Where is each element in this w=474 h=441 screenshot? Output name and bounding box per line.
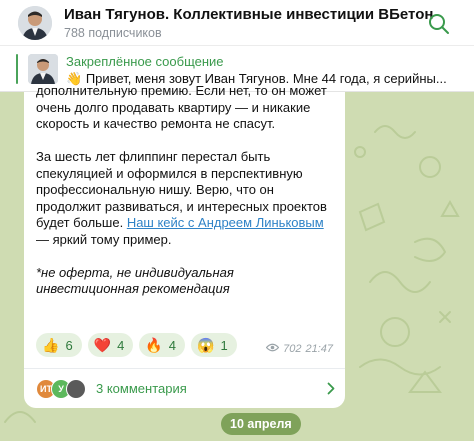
scream-icon: 😱 [197, 336, 215, 353]
comments-label: 3 комментария [96, 381, 187, 396]
message-paragraph-2: За шесть лет флиппинг перестал быть спек… [36, 149, 336, 248]
reaction-thumbs-up[interactable]: 👍 6 [36, 333, 82, 357]
reaction-count: 1 [220, 337, 228, 353]
reaction-fire[interactable]: 🔥 4 [139, 333, 186, 357]
disclaimer: *не оферта, не индивидуальная инвестицио… [36, 264, 234, 297]
reaction-count: 6 [65, 337, 73, 353]
case-link[interactable]: Наш кейс с Андреем Линьковым [127, 215, 324, 230]
message-text: дополнительную премию. Если нет, то он м… [36, 83, 336, 314]
pinned-indicator [16, 54, 18, 84]
message-meta: 702 21:47 [265, 343, 333, 355]
message-bubble[interactable]: дополнительную премию. Если нет, то он м… [24, 83, 345, 408]
paragraph-2-tail: — яркий тому пример. [36, 231, 172, 247]
fire-icon: 🔥 [145, 336, 163, 353]
message-paragraph-1: дополнительную премию. Если нет, то он м… [36, 83, 327, 131]
pinned-label: Закреплённое сообщение [66, 54, 224, 69]
channel-title: Иван Тягунов. Коллективные инвестиции ВБ… [64, 5, 434, 23]
channel-avatar[interactable] [18, 5, 52, 40]
thumbs-up-icon: 👍 [42, 336, 60, 353]
eye-icon [265, 343, 280, 355]
reaction-scream[interactable]: 😱 1 [191, 333, 237, 357]
channel-header[interactable]: Иван Тягунов. Коллективные инвестиции ВБ… [0, 0, 474, 46]
comments-button[interactable]: ИТ У 3 комментария [24, 369, 345, 408]
reaction-count: 4 [117, 337, 125, 353]
subscriber-count: 788 подписчиков [64, 25, 162, 40]
search-icon[interactable] [428, 13, 450, 35]
heart-icon: ❤️ [93, 336, 112, 353]
reactions-row: 👍 6 ❤️ 4 🔥 4 😱 1 [36, 333, 237, 357]
message-time: 21:47 [305, 343, 333, 355]
view-count: 702 [283, 343, 302, 355]
date-separator: 10 апреля [221, 413, 301, 435]
pinned-thumbnail [28, 54, 58, 84]
reaction-heart[interactable]: ❤️ 4 [87, 333, 134, 357]
commenter-avatar [66, 378, 86, 399]
chevron-right-icon [327, 382, 335, 400]
reaction-count: 4 [168, 337, 177, 353]
